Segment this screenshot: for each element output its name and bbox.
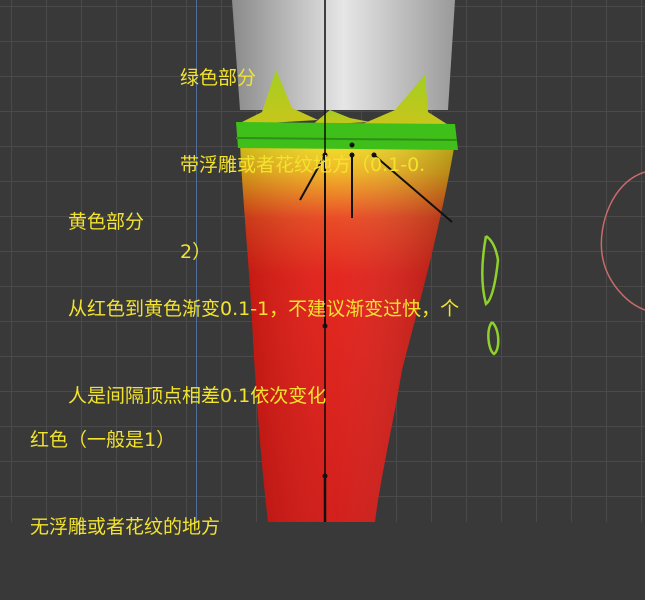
annotation-green-title: 绿色部分 [180,67,257,89]
annotation-yellow-line1: 从红色到黄色渐变0.1-1，不建议渐变过快，个 [68,298,460,320]
sketch-exclamation-dot [487,321,500,356]
annotation-red-line1: 无浮雕或者花纹的地方 [30,516,221,538]
annotation-red-title: 红色（一般是1） [30,429,176,451]
annotation-red: 红色（一般是1） 无浮雕或者花纹的地方 [30,368,220,600]
annotation-yellow-title: 黄色部分 [68,211,145,233]
3d-viewport[interactable]: 绿色部分 带浮雕或者花纹地方（0.1-0. 2） 黄色部分 从红色到黄色渐变0.… [0,0,645,538]
partial-circle [600,171,645,311]
sketch-exclamation-stroke [480,234,500,307]
